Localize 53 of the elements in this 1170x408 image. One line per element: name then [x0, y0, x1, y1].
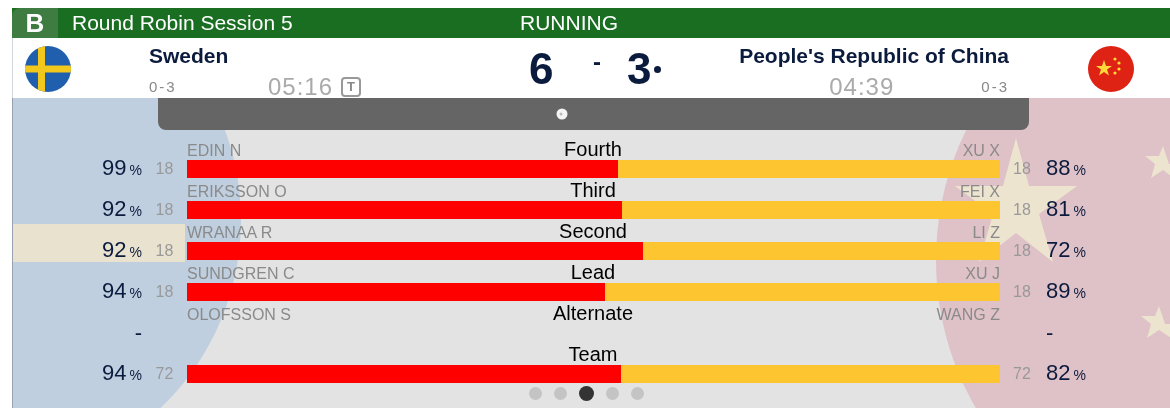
percentage: 88% [1046, 159, 1086, 179]
team-name: People's Republic of China [739, 43, 1009, 69]
player-name: OLOFSSON S [187, 306, 292, 324]
player-name: XU J [965, 265, 1000, 283]
team-score: 3 [627, 44, 662, 94]
player-name: FEI X [960, 183, 1000, 201]
game-clock: 05:16 [268, 72, 334, 102]
percentage: - [1046, 324, 1054, 342]
session-title: Round Robin Session 5 [72, 10, 294, 37]
team-record: 0-3 [149, 76, 178, 97]
team-record: 0-3 [981, 76, 1009, 97]
position-label: Lead [569, 261, 617, 283]
end-count: 18 [154, 241, 175, 261]
player-name: WRANAA R [187, 224, 273, 242]
percentage: - [134, 324, 142, 342]
percentage: 89% [1046, 282, 1086, 302]
player-name: ERIKSSON O [187, 183, 287, 201]
end-count: 18 [1012, 159, 1032, 179]
percentage: 92% [102, 200, 142, 220]
end-count: 18 [154, 282, 175, 302]
team-score: 6 [529, 44, 554, 94]
percentage: 81% [1046, 200, 1086, 220]
percentage: 72% [1046, 241, 1086, 261]
game-status: RUNNING [520, 10, 618, 37]
end-count: 18 [1012, 282, 1032, 302]
player-name: SUNDGREN C [187, 265, 295, 283]
player-name: LI Z [972, 224, 1000, 242]
end-count: 72 [1012, 364, 1032, 384]
position-label: Fourth [563, 138, 623, 160]
score-separator: - [593, 47, 601, 77]
end-count: 18 [1012, 200, 1032, 220]
player-name: EDIN N [187, 142, 242, 160]
percentage: 99% [102, 159, 142, 179]
position-label: Alternate [551, 302, 635, 324]
percentage: 82% [1046, 364, 1086, 384]
position-label: Third [569, 179, 617, 201]
stone-icon [556, 108, 568, 120]
player-name: XU X [962, 142, 1000, 160]
flag-icon [25, 46, 71, 92]
percentage: 92% [102, 241, 142, 261]
end-count: 18 [154, 159, 175, 179]
end-count: 18 [1012, 241, 1032, 261]
flag-icon [1088, 46, 1134, 92]
percentage: 94% [102, 364, 142, 384]
end-count: 72 [154, 364, 175, 384]
position-label: Second [558, 220, 628, 242]
game-clock: 04:39 [829, 72, 895, 102]
end-count: 18 [154, 200, 175, 220]
player-name: WANG Z [936, 306, 1000, 324]
position-label: Team [567, 343, 619, 365]
percentage: 94% [102, 282, 142, 302]
sheet-badge: B [12, 8, 58, 38]
team-name: Sweden [149, 43, 230, 69]
